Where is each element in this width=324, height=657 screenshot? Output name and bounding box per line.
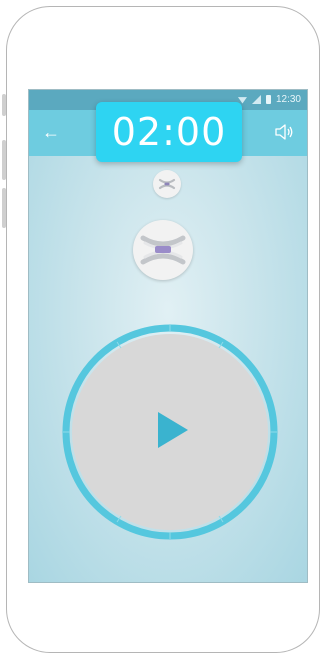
phone-volume-down-button: [2, 188, 6, 228]
exercise-large-icon[interactable]: [133, 220, 193, 280]
timer-display: 02:00: [96, 102, 242, 162]
play-icon[interactable]: [144, 404, 196, 456]
battery-icon: [265, 95, 271, 104]
arrow-left-icon[interactable]: ←: [39, 120, 63, 144]
exercise-small-icon[interactable]: [153, 170, 181, 198]
status-time: 12:30: [275, 94, 301, 105]
phone-volume-up-button: [2, 140, 6, 180]
phone-side-button: [2, 94, 6, 116]
signal-icon: [251, 95, 261, 104]
speaker-icon[interactable]: [273, 121, 295, 143]
